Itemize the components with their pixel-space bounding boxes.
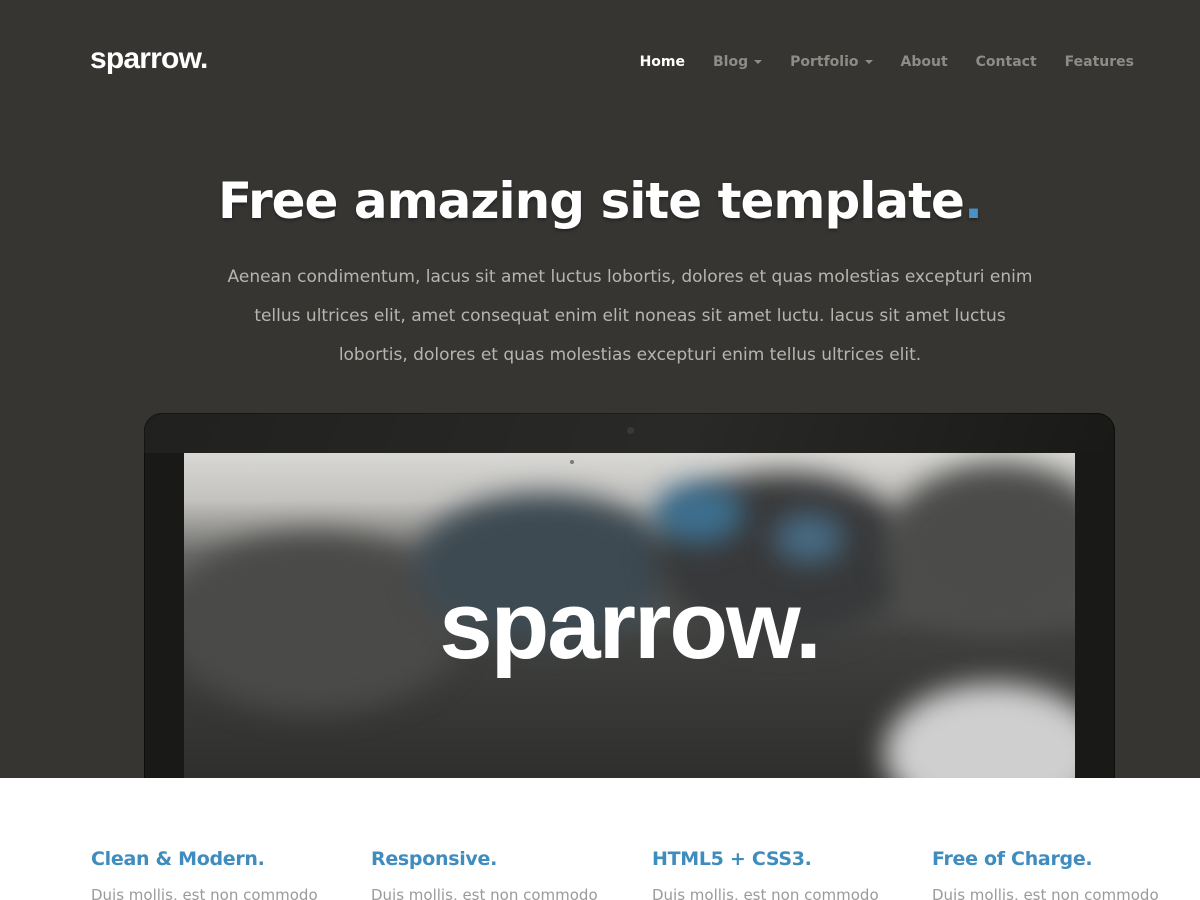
- nav-item-contact[interactable]: Contact: [976, 54, 1037, 70]
- screen-logo: sparrow.: [439, 572, 822, 679]
- nav-item-home[interactable]: Home: [640, 54, 685, 70]
- hero-headline: Free amazing site template.: [0, 172, 1200, 230]
- hero-lead-text: Aenean condimentum, lacus sit amet luctu…: [227, 267, 1033, 365]
- nav-item-about[interactable]: About: [901, 54, 948, 70]
- camera-icon: [627, 427, 634, 434]
- caret-down-icon: [754, 60, 763, 64]
- feature-text: Duis mollis, est non commodo: [652, 886, 879, 900]
- monitor-screen-image: sparrow.: [184, 453, 1075, 778]
- feature-card: Clean & Modern. Duis mollis, est non com…: [91, 848, 341, 900]
- hero-headline-dot: .: [963, 172, 983, 230]
- feature-title: Responsive.: [371, 848, 498, 870]
- screen-blur-accent: [774, 513, 844, 563]
- nav-item-blog[interactable]: Blog: [713, 54, 763, 70]
- feature-title: HTML5 + CSS3.: [652, 848, 812, 870]
- caret-down-icon: [864, 60, 873, 64]
- nav-item-label: Portfolio: [790, 54, 859, 70]
- features-section: Clean & Modern. Duis mollis, est non com…: [0, 778, 1200, 900]
- screen-dot: [570, 460, 574, 464]
- feature-text: Duis mollis, est non commodo: [91, 886, 318, 900]
- feature-card: HTML5 + CSS3. Duis mollis, est non commo…: [652, 848, 902, 900]
- feature-text: Duis mollis, est non commodo: [932, 886, 1159, 900]
- hero-headline-text: Free amazing site template: [218, 172, 965, 230]
- screen-blur-snow: [884, 683, 1075, 778]
- main-nav: Home Blog Portfolio About Contact Featur…: [612, 54, 1134, 70]
- nav-item-label: Features: [1064, 54, 1134, 70]
- nav-item-label: Blog: [713, 54, 749, 70]
- nav-item-features[interactable]: Features: [1065, 54, 1134, 70]
- monitor-mockup: sparrow.: [144, 413, 1115, 778]
- feature-text: Duis mollis, est non commodo: [371, 886, 598, 900]
- feature-card: Free of Charge. Duis mollis, est non com…: [932, 848, 1182, 900]
- site-logo[interactable]: sparrow.: [90, 42, 208, 76]
- feature-title: Free of Charge.: [932, 848, 1093, 870]
- nav-item-label: About: [900, 54, 948, 70]
- nav-item-label: Home: [639, 54, 685, 70]
- nav-item-portfolio[interactable]: Portfolio: [790, 54, 873, 70]
- hero-section: sparrow. Home Blog Portfolio About Conta…: [0, 0, 1200, 778]
- feature-title: Clean & Modern.: [91, 848, 265, 870]
- feature-card: Responsive. Duis mollis, est non commodo: [371, 848, 621, 900]
- screen-blur-accent: [654, 483, 744, 543]
- nav-item-label: Contact: [975, 54, 1037, 70]
